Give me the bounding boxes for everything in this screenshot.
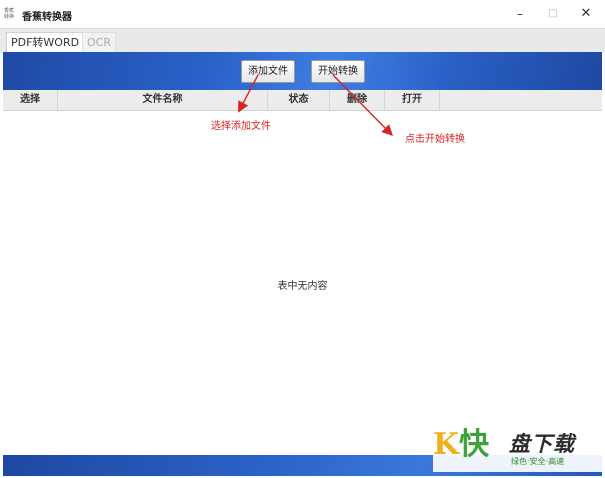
start-hint-arrow	[332, 74, 393, 136]
add-file-hint: 选择添加文件	[211, 121, 271, 132]
watermark-icon: K快	[433, 427, 490, 462]
add-hint-arrow	[238, 74, 259, 113]
watermark-tagline: 绿色·安全·高速	[511, 457, 565, 466]
annotation-arrows	[238, 74, 393, 136]
watermark-logo: K快 盘下载 绿色·安全·高速	[433, 426, 603, 472]
watermark-brand: 盘下载	[509, 432, 575, 456]
start-convert-hint: 点击开始转换	[405, 134, 465, 145]
